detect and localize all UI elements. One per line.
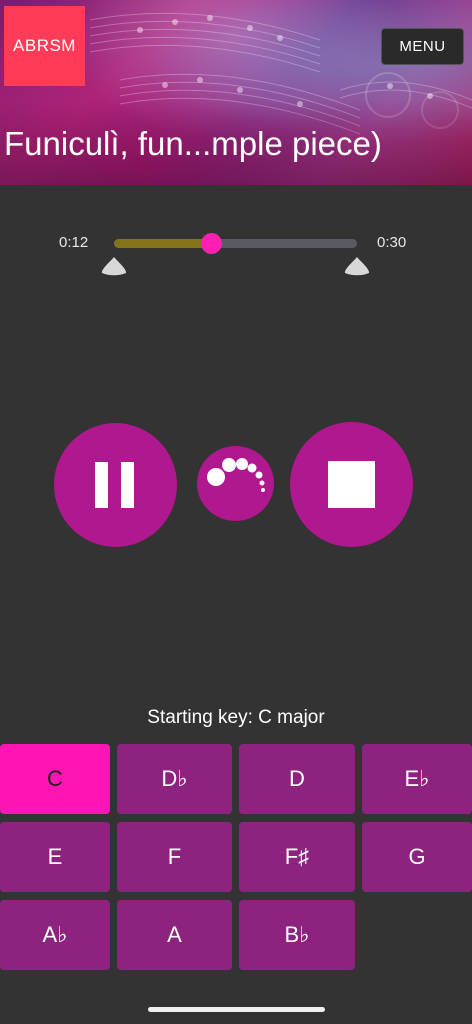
pause-icon bbox=[95, 462, 108, 508]
loop-end-marker[interactable] bbox=[344, 256, 370, 276]
key-button-a[interactable]: A bbox=[117, 900, 232, 970]
key-button-g[interactable]: G bbox=[362, 822, 472, 892]
progress-thumb[interactable] bbox=[201, 233, 223, 254]
key-button-a-flat[interactable]: A♭ bbox=[0, 900, 110, 970]
loop-start-marker[interactable] bbox=[101, 256, 127, 276]
key-button-d-flat[interactable]: D♭ bbox=[117, 744, 232, 814]
key-button-c[interactable]: C bbox=[0, 744, 110, 814]
starting-key-label: Starting key: C major bbox=[147, 707, 325, 728]
key-button-f[interactable]: F bbox=[117, 822, 232, 892]
stop-icon bbox=[328, 461, 375, 508]
elapsed-time: 0:12 bbox=[59, 234, 89, 251]
abrsm-logo[interactable]: ABRSM bbox=[4, 6, 85, 86]
page-title: Funiculì, fun...mple piece) bbox=[4, 125, 382, 162]
pause-button[interactable] bbox=[54, 423, 177, 547]
key-button-e-flat[interactable]: E♭ bbox=[362, 744, 472, 814]
menu-button[interactable]: MENU bbox=[381, 28, 464, 65]
key-button-e[interactable]: E bbox=[0, 822, 110, 892]
total-time: 0:30 bbox=[377, 234, 407, 251]
key-button-d[interactable]: D bbox=[239, 744, 355, 814]
metronome-icon bbox=[207, 458, 265, 492]
progress-track[interactable] bbox=[114, 239, 357, 248]
progress-fill bbox=[114, 239, 212, 248]
home-indicator[interactable] bbox=[148, 1007, 325, 1012]
metronome-button[interactable] bbox=[197, 446, 274, 521]
key-button-f-sharp[interactable]: F♯ bbox=[239, 822, 355, 892]
pause-icon-bar bbox=[121, 462, 134, 508]
key-button-b-flat[interactable]: B♭ bbox=[239, 900, 355, 970]
